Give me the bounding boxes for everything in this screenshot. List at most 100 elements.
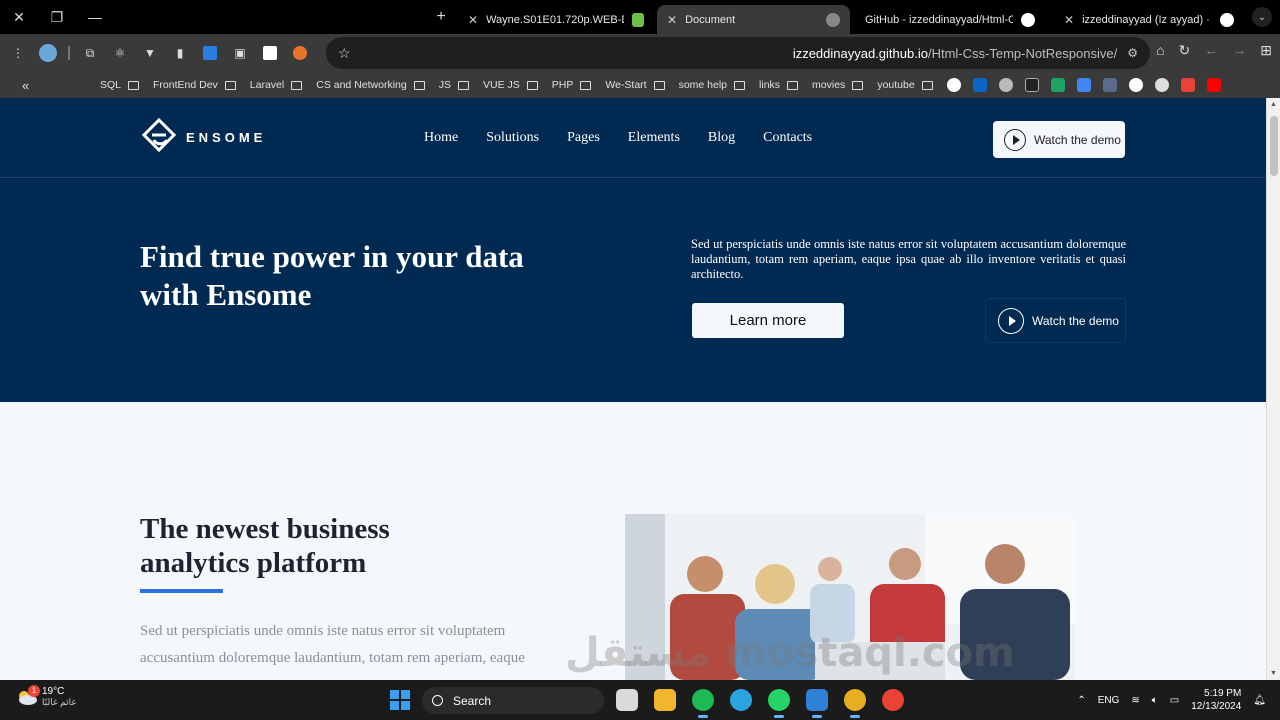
upwork-bookmark-icon[interactable] xyxy=(946,78,961,92)
clock[interactable]: 5:19 PM 12/13/2024 xyxy=(1191,687,1241,713)
search-icon xyxy=(432,695,443,706)
apple-bookmark-icon[interactable] xyxy=(998,78,1013,92)
page-scrollbar[interactable]: ▲ ▼ xyxy=(1266,98,1280,680)
restore-window-icon[interactable]: ❐ xyxy=(38,0,76,34)
google-drive-bookmark-icon[interactable] xyxy=(1050,78,1065,92)
apps-grid-icon[interactable]: ⊞ xyxy=(1260,42,1272,59)
nav-solutions[interactable]: Solutions xyxy=(486,130,539,146)
hero-watch-demo-button[interactable]: Watch the demo xyxy=(985,298,1126,343)
task-view-icon[interactable] xyxy=(616,689,638,711)
youtube-bookmark-icon[interactable] xyxy=(1206,78,1221,92)
b-extension-icon[interactable] xyxy=(260,43,280,63)
fl-extension-icon[interactable] xyxy=(200,43,220,63)
menu-dots-icon[interactable]: ⋮ xyxy=(8,43,28,63)
chrome-icon[interactable] xyxy=(844,689,866,718)
figma-bookmark-icon[interactable] xyxy=(1102,78,1117,92)
tab-github-repo[interactable]: GitHub - izzeddinayyad/Html-C xyxy=(855,5,1050,34)
folder-icon xyxy=(653,80,665,90)
profile-avatar[interactable] xyxy=(38,43,58,63)
scrollbar-thumb[interactable] xyxy=(1270,116,1278,176)
nav-contacts[interactable]: Contacts xyxy=(763,130,812,146)
linkedin-bookmark-icon[interactable] xyxy=(972,78,987,92)
nav-blog[interactable]: Blog xyxy=(708,130,735,146)
bookmark-folder[interactable]: SQL xyxy=(100,79,140,91)
scroll-up-icon[interactable]: ▲ xyxy=(1270,101,1277,108)
ensome-logo[interactable]: ENSOME xyxy=(140,118,266,156)
bookmark-label: links xyxy=(759,79,781,91)
folder-icon xyxy=(734,80,746,90)
bookmark-star-icon[interactable]: ☆ xyxy=(338,45,351,62)
react-devtools-icon[interactable]: ⚛ xyxy=(110,43,130,63)
bookmark-folder[interactable]: CS and Networking xyxy=(316,79,425,91)
bookmark-folder[interactable]: Laravel xyxy=(250,79,303,91)
toolbar-divider xyxy=(68,46,70,60)
weather-widget[interactable]: 1 19°C غائم غالبًا xyxy=(16,685,76,708)
folder-icon xyxy=(291,80,303,90)
forward-icon[interactable]: → xyxy=(1232,42,1246,59)
home-icon[interactable]: ⌂ xyxy=(1156,42,1164,59)
close-tab-icon[interactable]: ✕ xyxy=(667,13,677,27)
bookmark-folder[interactable]: VUE JS xyxy=(483,79,538,91)
chrome-canary-icon[interactable] xyxy=(882,689,904,711)
collapse-bookmarks-icon[interactable]: « xyxy=(22,78,52,93)
openai-bookmark-icon[interactable] xyxy=(1154,78,1169,92)
site-settings-icon[interactable]: ⚙ xyxy=(1127,46,1138,60)
file-explorer-icon[interactable] xyxy=(654,689,676,711)
show-hidden-icons-chevron-up-icon[interactable]: ⌃ xyxy=(1077,695,1085,706)
angular-bookmark-icon[interactable] xyxy=(1024,78,1039,92)
close-window-icon[interactable]: ✕ xyxy=(0,0,38,34)
globe-icon xyxy=(826,12,840,27)
tab-search-chevron-down-icon[interactable]: ⌄ xyxy=(1252,7,1272,27)
tab-wayne[interactable]: ✕ Wayne.S01E01.720p.WEB-DL.ak xyxy=(458,5,654,34)
bookmark-folder[interactable]: JS xyxy=(439,79,469,91)
bookmark-folder[interactable]: some help xyxy=(679,79,746,91)
window-extension-icon[interactable]: ▣ xyxy=(230,43,250,63)
google-translate-bookmark-icon[interactable] xyxy=(1076,78,1091,92)
bookmark-label: FrontEnd Dev xyxy=(153,79,218,91)
bookmark-folder[interactable]: We-Start xyxy=(605,79,665,91)
learn-more-button[interactable]: Learn more xyxy=(692,303,844,338)
firefox-relay-icon[interactable] xyxy=(290,43,310,63)
language-indicator[interactable]: ENG xyxy=(1098,695,1120,706)
bookmark-folder[interactable]: links xyxy=(759,79,799,91)
mouse-extension-icon[interactable]: ▮ xyxy=(170,43,190,63)
mostaql-watermark: مستقل mostaql.com xyxy=(565,630,1015,676)
address-bar[interactable]: ☆ izzeddinayyad.github.io/Html-Css-Temp-… xyxy=(326,37,1150,69)
scroll-down-icon[interactable]: ▼ xyxy=(1270,670,1277,677)
bookmark-folder[interactable]: FrontEnd Dev xyxy=(153,79,236,91)
reload-icon[interactable]: ↻ xyxy=(1179,42,1191,59)
github-bookmark-icon[interactable] xyxy=(1128,78,1143,92)
tab-document[interactable]: ✕ Document xyxy=(657,5,850,34)
vue-devtools-icon[interactable]: ▼ xyxy=(140,43,160,63)
ensome-logo-icon xyxy=(141,118,177,153)
whatsapp-icon[interactable] xyxy=(768,689,790,718)
spotify-icon[interactable] xyxy=(692,689,714,718)
folder-icon xyxy=(224,80,236,90)
wifi-icon[interactable]: ≋ xyxy=(1131,695,1139,706)
bookmark-label: SQL xyxy=(100,79,122,91)
windows-start-icon[interactable] xyxy=(390,690,410,710)
battery-icon[interactable]: ▭ xyxy=(1170,695,1179,706)
gmail-bookmark-icon[interactable] xyxy=(1180,78,1195,92)
web-page: ENSOME Home Solutions Pages Elements Blo… xyxy=(0,98,1280,680)
close-tab-icon[interactable]: ✕ xyxy=(1064,13,1074,27)
volume-icon[interactable]: 🔈︎ xyxy=(1152,695,1158,706)
bookmark-folder[interactable]: movies xyxy=(812,79,864,91)
extensions-icon[interactable]: ⧉ xyxy=(80,43,100,63)
bookmark-label: CS and Networking xyxy=(316,79,407,91)
nav-pages[interactable]: Pages xyxy=(567,130,600,146)
bookmark-folder[interactable]: PHP xyxy=(552,79,592,91)
minimize-window-icon[interactable]: — xyxy=(76,0,114,34)
back-icon[interactable]: ← xyxy=(1204,42,1218,59)
bookmark-folder[interactable]: youtube xyxy=(877,79,933,91)
notification-bell-icon[interactable]: 🔔︎ xyxy=(1253,695,1266,706)
tab-github-profile[interactable]: ✕ izzeddinayyad (Iz ayyad) · GitHub xyxy=(1054,5,1248,34)
header-watch-demo-button[interactable]: Watch the demo xyxy=(993,121,1125,158)
telegram-icon[interactable] xyxy=(730,689,752,711)
new-tab-icon[interactable]: + xyxy=(432,8,450,26)
close-tab-icon[interactable]: ✕ xyxy=(468,13,478,27)
nav-home[interactable]: Home xyxy=(424,130,458,146)
taskbar-search[interactable]: Search xyxy=(422,687,604,714)
vscode-icon[interactable] xyxy=(806,689,828,718)
nav-elements[interactable]: Elements xyxy=(628,130,680,146)
